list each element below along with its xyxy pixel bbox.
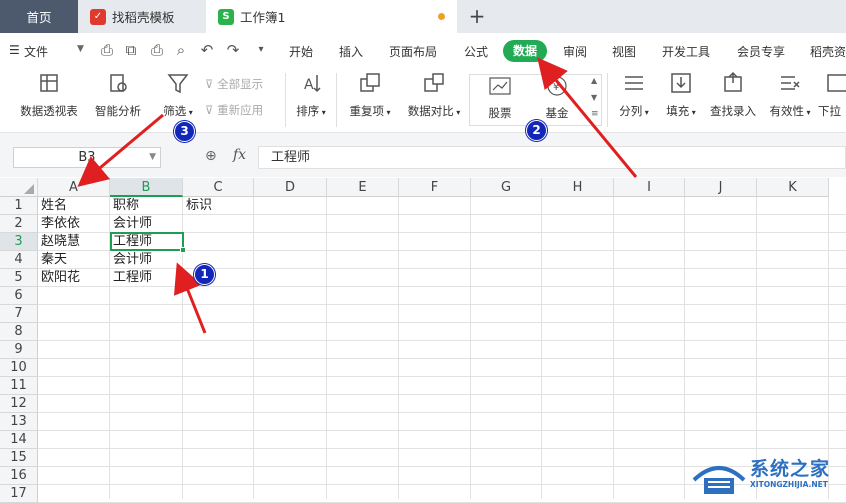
arrow-to-column-a	[77, 113, 164, 187]
watermark-logo-icon	[692, 466, 746, 494]
step-badge-2: 2	[526, 120, 547, 141]
step-badge-3: 3	[174, 121, 195, 142]
annotation-layer	[77, 57, 638, 334]
step-badge-1: 1	[194, 264, 215, 285]
arrow-to-data-tab	[537, 57, 638, 178]
watermark-url: XITONGZHIJIA.NET	[750, 480, 828, 489]
watermark: 系统之家 XITONGZHIJIA.NET	[690, 452, 846, 499]
watermark-title: 系统之家	[750, 458, 831, 480]
